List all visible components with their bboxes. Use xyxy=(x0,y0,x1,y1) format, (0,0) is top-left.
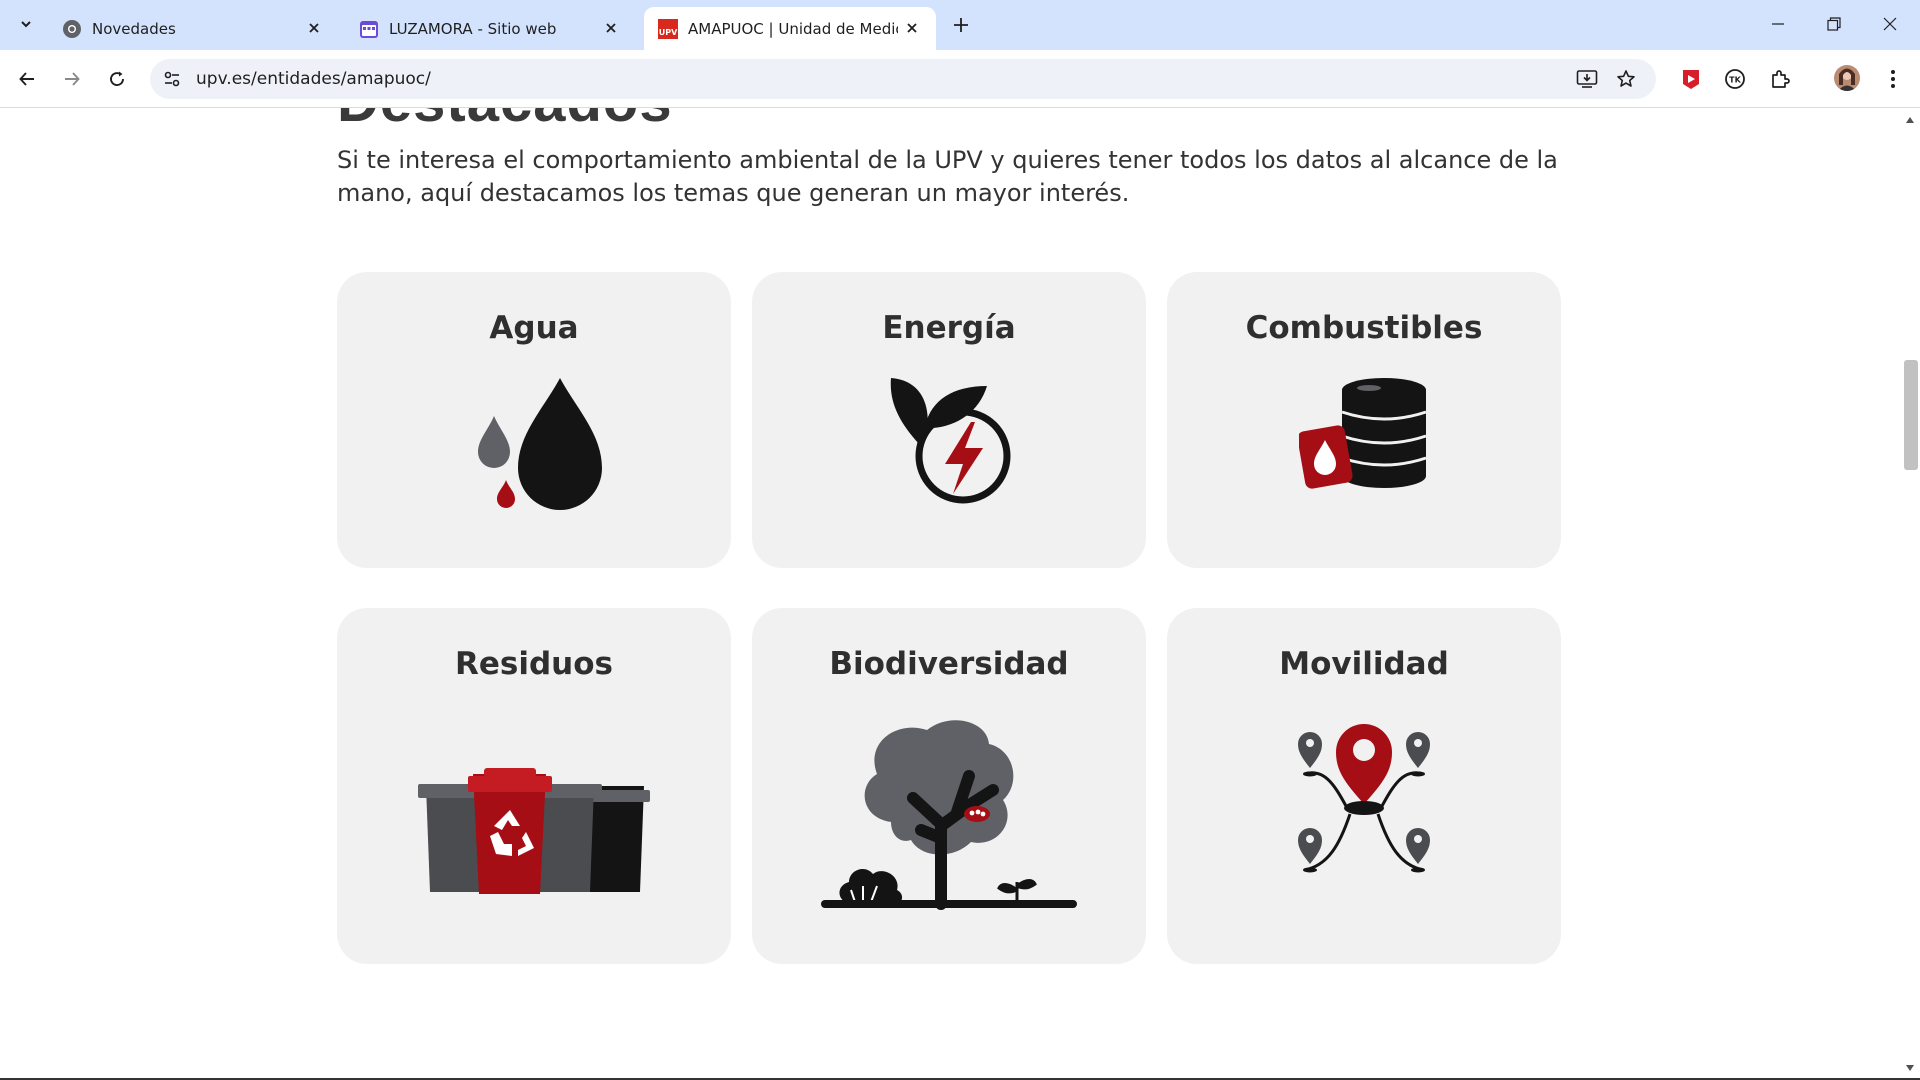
tab-amapuoc[interactable]: UPV AMAPUOC | Unidad de Medio Ambiente xyxy=(644,7,936,50)
page-scrollbar[interactable] xyxy=(1900,108,1920,1080)
chevron-down-icon xyxy=(21,21,31,28)
arrow-right-icon xyxy=(65,72,80,86)
extensions-puzzle-icon[interactable] xyxy=(1765,64,1795,94)
minimize-icon xyxy=(1772,23,1784,25)
svg-text:UPV: UPV xyxy=(659,28,678,37)
close-icon xyxy=(1883,17,1897,31)
reload-button[interactable] xyxy=(101,63,133,95)
svg-text:TK: TK xyxy=(1729,76,1741,85)
minimize-button[interactable] xyxy=(1758,8,1798,40)
scroll-down-arrow-icon[interactable] xyxy=(1904,1062,1916,1074)
card-title: Energía xyxy=(882,310,1016,346)
scrollbar-thumb[interactable] xyxy=(1904,360,1918,470)
card-combustibles[interactable]: Combustibles xyxy=(1167,272,1561,568)
tree-icon xyxy=(821,720,1077,910)
extension-tk-icon[interactable]: TK xyxy=(1720,64,1750,94)
water-drops-icon xyxy=(478,378,602,510)
more-menu-icon[interactable] xyxy=(1878,64,1908,94)
card-title: Agua xyxy=(489,310,579,346)
tab-strip: Novedades LUZAMORA - Sitio web UPV AMAPU… xyxy=(0,0,1920,50)
site-info-icon[interactable] xyxy=(160,67,184,91)
intro-text: Si te interesa el comportamiento ambient… xyxy=(337,146,1558,207)
card-title: Biodiversidad xyxy=(829,646,1069,682)
map-pins-icon xyxy=(1298,724,1430,873)
card-movilidad[interactable]: Movilidad xyxy=(1167,608,1561,964)
plus-icon xyxy=(954,18,968,32)
close-tab-icon[interactable] xyxy=(601,18,621,38)
close-window-button[interactable] xyxy=(1870,8,1910,40)
close-tab-icon[interactable] xyxy=(902,18,922,38)
card-agua[interactable]: Agua xyxy=(337,272,731,568)
restore-button[interactable] xyxy=(1814,8,1854,40)
card-energia[interactable]: Energía xyxy=(752,272,1146,568)
close-tab-icon[interactable] xyxy=(304,18,324,38)
chrome-icon xyxy=(63,19,81,38)
reload-icon xyxy=(110,71,124,86)
card-title: Movilidad xyxy=(1279,646,1449,682)
tab-title: AMAPUOC | Unidad de Medio Ambiente xyxy=(688,19,898,38)
bookmark-star-icon[interactable] xyxy=(1613,67,1639,91)
tab-title: LUZAMORA - Sitio web xyxy=(389,19,557,38)
recycling-bins-icon xyxy=(418,768,650,894)
url-text: upv.es/entidades/amapuoc/ xyxy=(196,69,431,89)
tab-search-button[interactable] xyxy=(12,10,40,38)
card-residuos[interactable]: Residuos xyxy=(337,608,731,964)
fuel-barrel-icon xyxy=(1299,378,1427,489)
card-title: Combustibles xyxy=(1245,310,1483,346)
tab-luzamora[interactable]: LUZAMORA - Sitio web xyxy=(345,7,635,50)
arrow-left-icon xyxy=(19,72,34,86)
extension-red-icon[interactable] xyxy=(1676,64,1706,94)
card-biodiversidad[interactable]: Biodiversidad xyxy=(752,608,1146,964)
upv-icon: UPV xyxy=(658,18,678,39)
section-heading: Destacados xyxy=(337,108,673,135)
back-button[interactable] xyxy=(11,63,43,95)
scroll-up-arrow-icon[interactable] xyxy=(1904,114,1916,126)
restore-icon xyxy=(1827,17,1841,31)
tab-novedades[interactable]: Novedades xyxy=(48,7,338,50)
browser-toolbar: upv.es/entidades/amapuoc/ TK xyxy=(0,50,1920,108)
new-tab-button[interactable] xyxy=(948,12,974,38)
forward-button[interactable] xyxy=(56,63,88,95)
calendar-app-icon xyxy=(360,20,378,38)
tab-title: Novedades xyxy=(92,19,176,38)
card-title: Residuos xyxy=(455,646,613,682)
address-bar[interactable]: upv.es/entidades/amapuoc/ xyxy=(150,59,1656,99)
page-viewport: Destacados Si te interesa el comportamie… xyxy=(0,108,1900,1080)
leaf-lightning-icon xyxy=(890,378,1011,504)
profile-avatar[interactable] xyxy=(1834,65,1860,91)
install-app-icon[interactable] xyxy=(1574,67,1600,91)
